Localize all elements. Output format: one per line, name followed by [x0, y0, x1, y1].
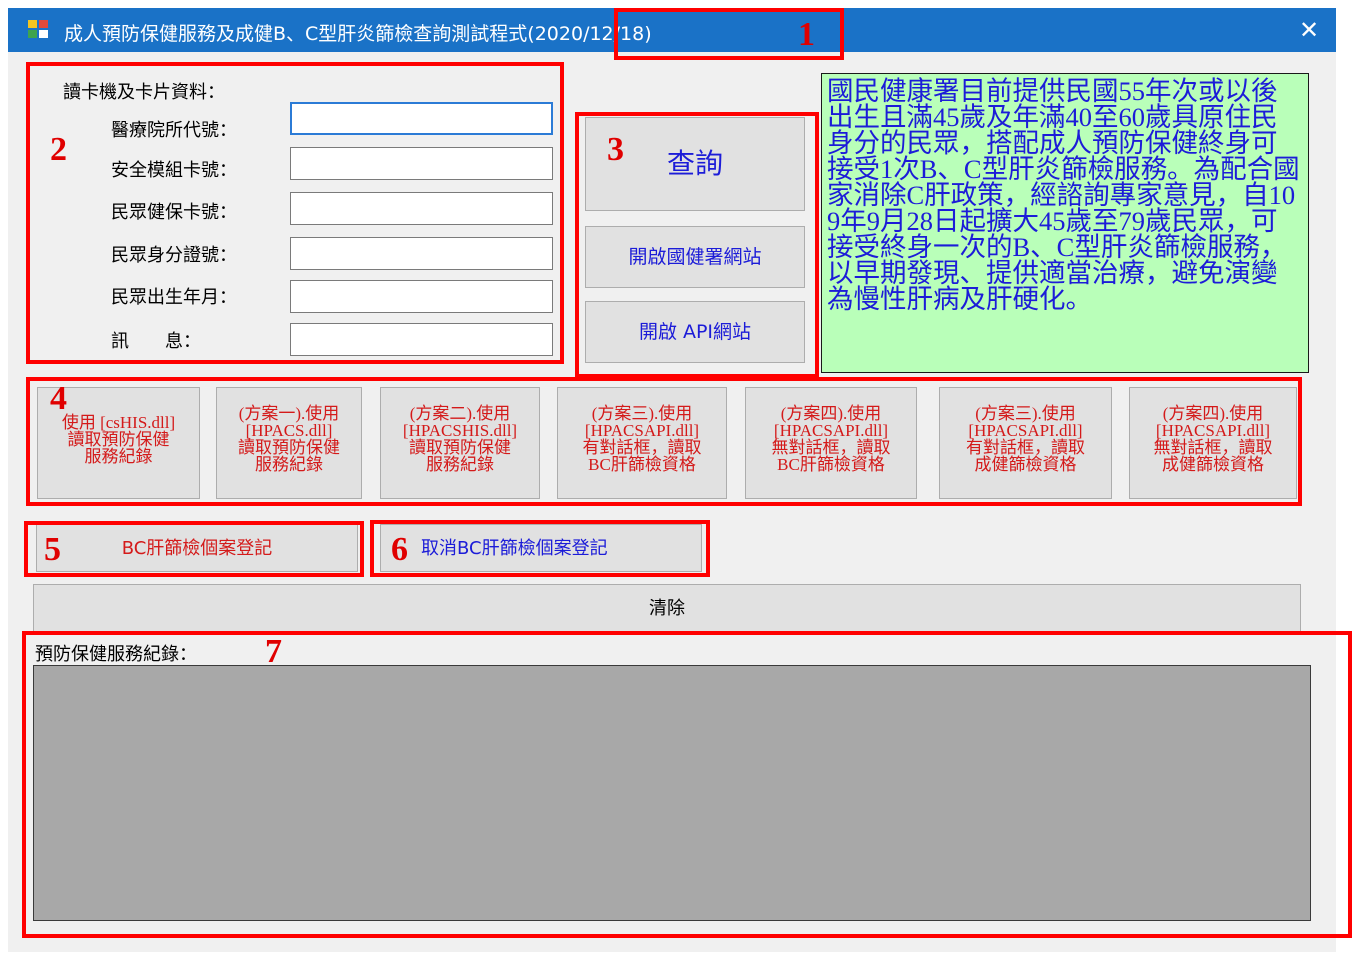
info-text-box: 國民健康署目前提供民國55年次或以後出生且滿45歲及年滿40至60歲具原住民身分… — [821, 73, 1309, 373]
close-icon[interactable]: ✕ — [1291, 14, 1327, 46]
annotation-number-7: 7 — [265, 633, 282, 670]
annotation-box-2 — [26, 62, 564, 364]
annotation-number-5: 5 — [44, 531, 61, 568]
annotation-box-4 — [26, 377, 1302, 506]
annotation-box-6 — [370, 520, 710, 577]
annotation-number-4: 4 — [50, 380, 67, 417]
annotation-number-6: 6 — [391, 531, 408, 568]
clear-button[interactable]: 清除 — [33, 584, 1301, 632]
annotation-box-5 — [24, 521, 364, 577]
window-title: 成人預防保健服務及成健B、C型肝炎篩檢查詢測試程式(2020/12/18) — [64, 23, 652, 45]
app-icon — [28, 20, 48, 38]
annotation-number-1: 1 — [798, 16, 815, 53]
annotation-box-7 — [22, 631, 1352, 938]
annotation-number-3: 3 — [607, 131, 624, 168]
annotation-number-2: 2 — [50, 131, 67, 168]
